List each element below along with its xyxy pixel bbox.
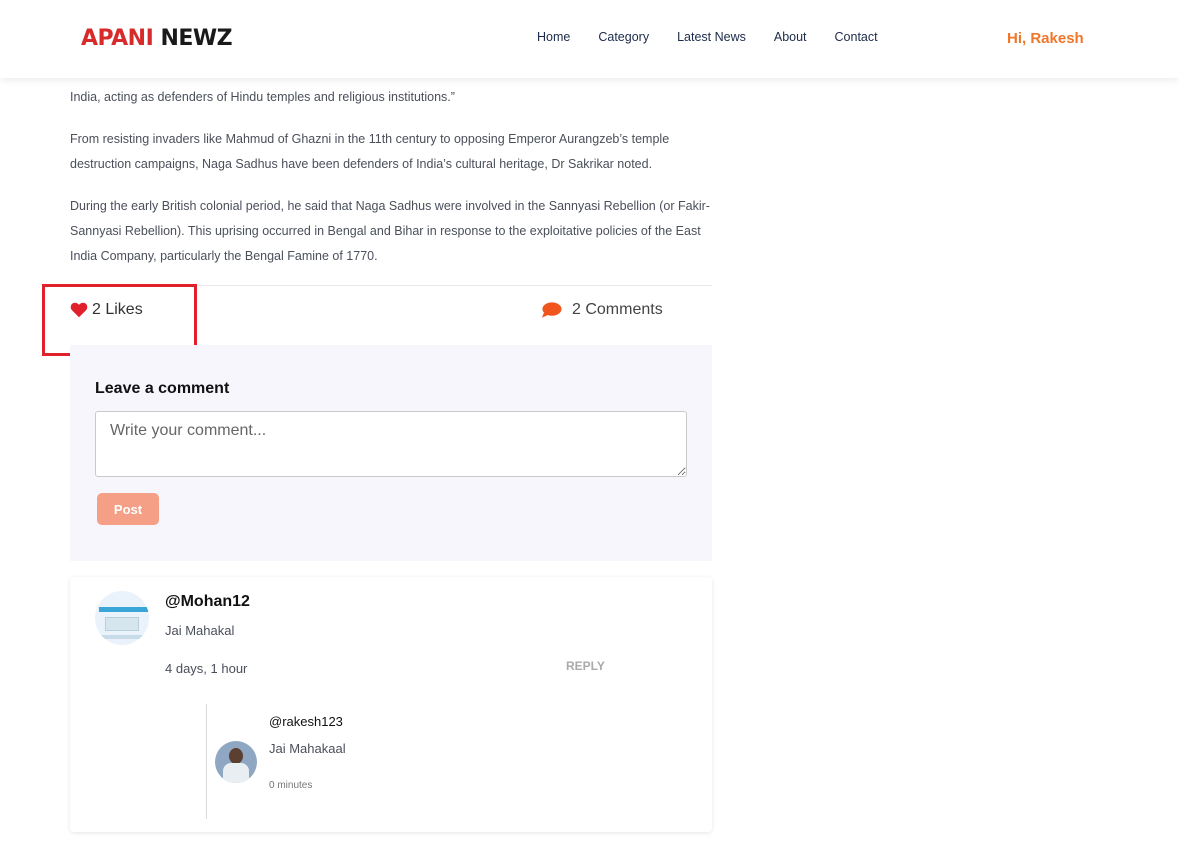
comment-form-title: Leave a comment [95,380,230,397]
post-button[interactable]: Post [97,493,159,525]
article-paragraph: During the early British colonial period… [70,199,710,263]
nav-about[interactable]: About [774,30,807,44]
nav-contact[interactable]: Contact [835,30,878,44]
reply-avatar [215,741,257,783]
reply-username[interactable]: @rakesh123 [269,714,343,729]
avatar [95,591,149,645]
comment-card: @Mohan12 Jai Mahakal 4 days, 1 hour REPL… [70,577,712,832]
comment-username[interactable]: @Mohan12 [165,593,250,611]
reply-timestamp: 0 minutes [269,780,313,791]
logo-part-2: NEWZ [160,26,233,51]
nav-home[interactable]: Home [537,30,570,44]
comments-link[interactable]: 2 Comments [541,301,663,319]
site-header: APANI NEWZ Home Category Latest News Abo… [0,0,1179,78]
comments-count: 2 Comments [572,301,663,318]
site-logo[interactable]: APANI NEWZ [81,26,233,51]
comment-form: Leave a comment Post [70,345,712,561]
comment-timestamp: 4 days, 1 hour [165,661,248,676]
comment-text: Jai Mahakal [165,623,235,638]
reply-text: Jai Mahakaal [269,741,346,756]
article-body: India, acting as defenders of Hindu temp… [70,60,712,286]
article-paragraph: From resisting invaders like Mahmud of G… [70,132,670,171]
reply-thread-line [206,704,207,819]
comment-input[interactable] [95,411,687,477]
article-paragraph: India, acting as defenders of Hindu temp… [70,90,455,104]
user-greeting[interactable]: Hi, Rakesh [1007,30,1084,47]
reply-button[interactable]: REPLY [566,659,605,673]
comment-icon [541,302,562,318]
main-nav: Home Category Latest News About Contact [537,30,878,44]
nav-category[interactable]: Category [598,30,649,44]
nav-latest-news[interactable]: Latest News [677,30,746,44]
logo-part-1: APANI [81,26,154,51]
